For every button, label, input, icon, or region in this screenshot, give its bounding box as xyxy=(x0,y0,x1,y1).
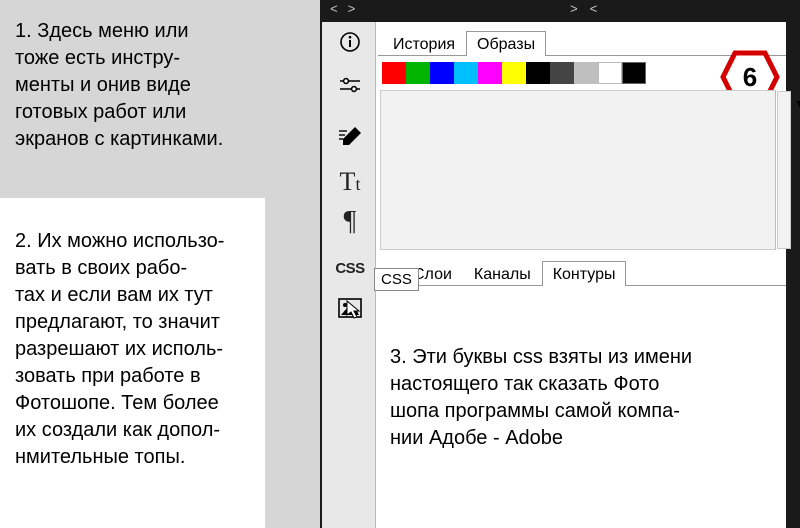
annotation-1: 1. Здесь меню или тоже есть инстру- мент… xyxy=(15,18,315,153)
left-annotation-column: 1. Здесь меню или тоже есть инстру- мент… xyxy=(0,0,320,528)
brush-icon xyxy=(337,125,363,147)
text-tool[interactable]: Tt xyxy=(322,162,378,202)
tab-samples[interactable]: Образы xyxy=(466,31,546,56)
mouse-cursor xyxy=(346,300,362,325)
top-bar: < > > < xyxy=(320,0,800,22)
swatch-cyan[interactable] xyxy=(454,62,478,84)
info-tool[interactable] xyxy=(322,22,378,62)
css-tooltip: CSS xyxy=(374,268,419,291)
css-icon: CSS xyxy=(335,260,364,277)
swatch-yellow[interactable] xyxy=(502,62,526,84)
swatch-red[interactable] xyxy=(382,62,406,84)
preview-scrollbar[interactable] xyxy=(777,91,791,249)
paragraph-icon: ¶ xyxy=(344,206,357,238)
tool-strip: Tt ¶ CSS xyxy=(320,22,376,528)
annotation-2-box: 2. Их можно использо- вать в своих рабо-… xyxy=(0,198,265,528)
collapse-arrows-left[interactable]: < > xyxy=(330,2,356,17)
swatch-blue[interactable] xyxy=(430,62,454,84)
adjustments-tool[interactable] xyxy=(322,66,378,106)
swatch-green[interactable] xyxy=(406,62,430,84)
tab-channels[interactable]: Каналы xyxy=(463,261,542,286)
annotation-2: 2. Их можно использо- вать в своих рабо-… xyxy=(15,228,250,471)
dropdown-arrow-icon[interactable]: ▼ xyxy=(793,97,800,115)
brush-tool[interactable] xyxy=(322,116,378,156)
tab-paths[interactable]: Контуры xyxy=(542,261,627,286)
info-icon xyxy=(339,31,361,53)
paragraph-tool[interactable]: ¶ xyxy=(322,202,378,242)
swatch-darkgray[interactable] xyxy=(550,62,574,84)
css-tool[interactable]: CSS xyxy=(322,248,378,288)
swatch-white[interactable] xyxy=(598,62,622,84)
swatch-magenta[interactable] xyxy=(478,62,502,84)
collapse-arrows-right[interactable]: > < xyxy=(570,2,599,17)
preview-area: ▼ xyxy=(380,90,776,250)
sliders-icon xyxy=(338,77,362,95)
annotation-3: 3. Эти буквы css взяты из имени настояще… xyxy=(390,344,772,452)
swatch-black[interactable] xyxy=(526,62,550,84)
swatch-black-2[interactable] xyxy=(622,62,646,84)
swatch-gray[interactable] xyxy=(574,62,598,84)
panel-tabs-bottom: CSS Слои Каналы Контуры xyxy=(378,250,800,286)
text-icon: Tt xyxy=(340,167,361,197)
right-panels: История Образы 6 ▼ CSS Слои Каналы Конту… xyxy=(378,22,800,528)
tab-history[interactable]: История xyxy=(382,31,466,56)
